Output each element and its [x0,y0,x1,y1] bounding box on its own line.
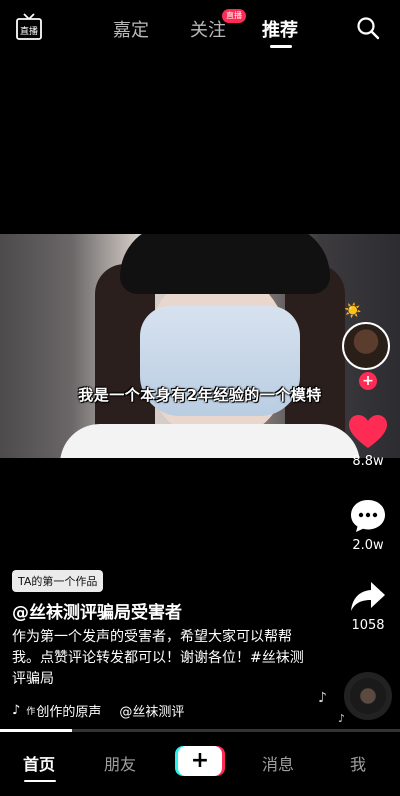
like-button[interactable]: 8.8w [340,414,396,469]
video-shirt [60,424,360,458]
top-bar: 直播 嘉定 关注 直播 推荐 [0,0,400,56]
share-button[interactable]: 1058 [340,580,396,633]
music-note-icon: ♪ [338,712,346,725]
music-prefix: 作 [26,707,36,717]
video-progress-bar[interactable] [0,729,400,732]
music-title: 创作的原声 [36,705,102,720]
first-work-tag: TA的第一个作品 [12,570,104,592]
active-tab-indicator [270,45,292,48]
music-note-icon: ♪ [318,690,327,706]
tab-local[interactable]: 嘉定 [113,16,149,42]
comment-icon [351,500,385,532]
search-button[interactable] [356,16,380,40]
nav-home[interactable]: 首页 [23,751,55,775]
nav-me[interactable]: 我 [350,751,366,775]
nav-messages[interactable]: 消息 [262,751,294,775]
music-author: @丝袜测评 [119,705,185,720]
video-subtitle: 我是一个本身有2年经验的一个模特 [78,386,322,404]
like-count: 8.8w [352,454,384,469]
heart-icon [349,415,387,448]
nav-friends[interactable]: 朋友 [104,751,136,775]
nav-active-indicator [24,780,56,782]
bottom-nav: 首页 朋友 + 消息 我 [0,733,400,796]
video-beanie [120,234,330,294]
tab-recommend[interactable]: 推荐 [262,16,298,42]
share-count: 1058 [351,618,385,633]
tiktok-note-icon: ♪ [12,703,21,718]
tab-following[interactable]: 关注 [190,16,226,42]
follow-button[interactable]: + [359,372,377,390]
avatar-decoration-icon: ☀️ [344,303,362,319]
live-badge: 直播 [222,9,246,23]
post-description: 作为第一个发声的受害者，希望大家可以帮帮我。点赞评论转发都可以！谢谢各位！#丝袜… [12,629,304,687]
music-info[interactable]: ♪ 作 创作的原声 @丝袜测评 [12,701,184,720]
author-name[interactable]: @丝袜测评骗局受害者 [12,598,182,623]
plus-icon: + [190,748,210,773]
search-icon [357,17,380,40]
avatar [342,322,390,370]
comment-button[interactable]: 2.0w [340,498,396,553]
music-disc-button[interactable] [344,672,392,720]
author-avatar[interactable] [342,322,392,372]
video-progress-fill [0,729,72,732]
comment-count: 2.0w [352,538,384,553]
share-arrow-icon [351,582,385,611]
create-button[interactable]: + [178,746,222,776]
